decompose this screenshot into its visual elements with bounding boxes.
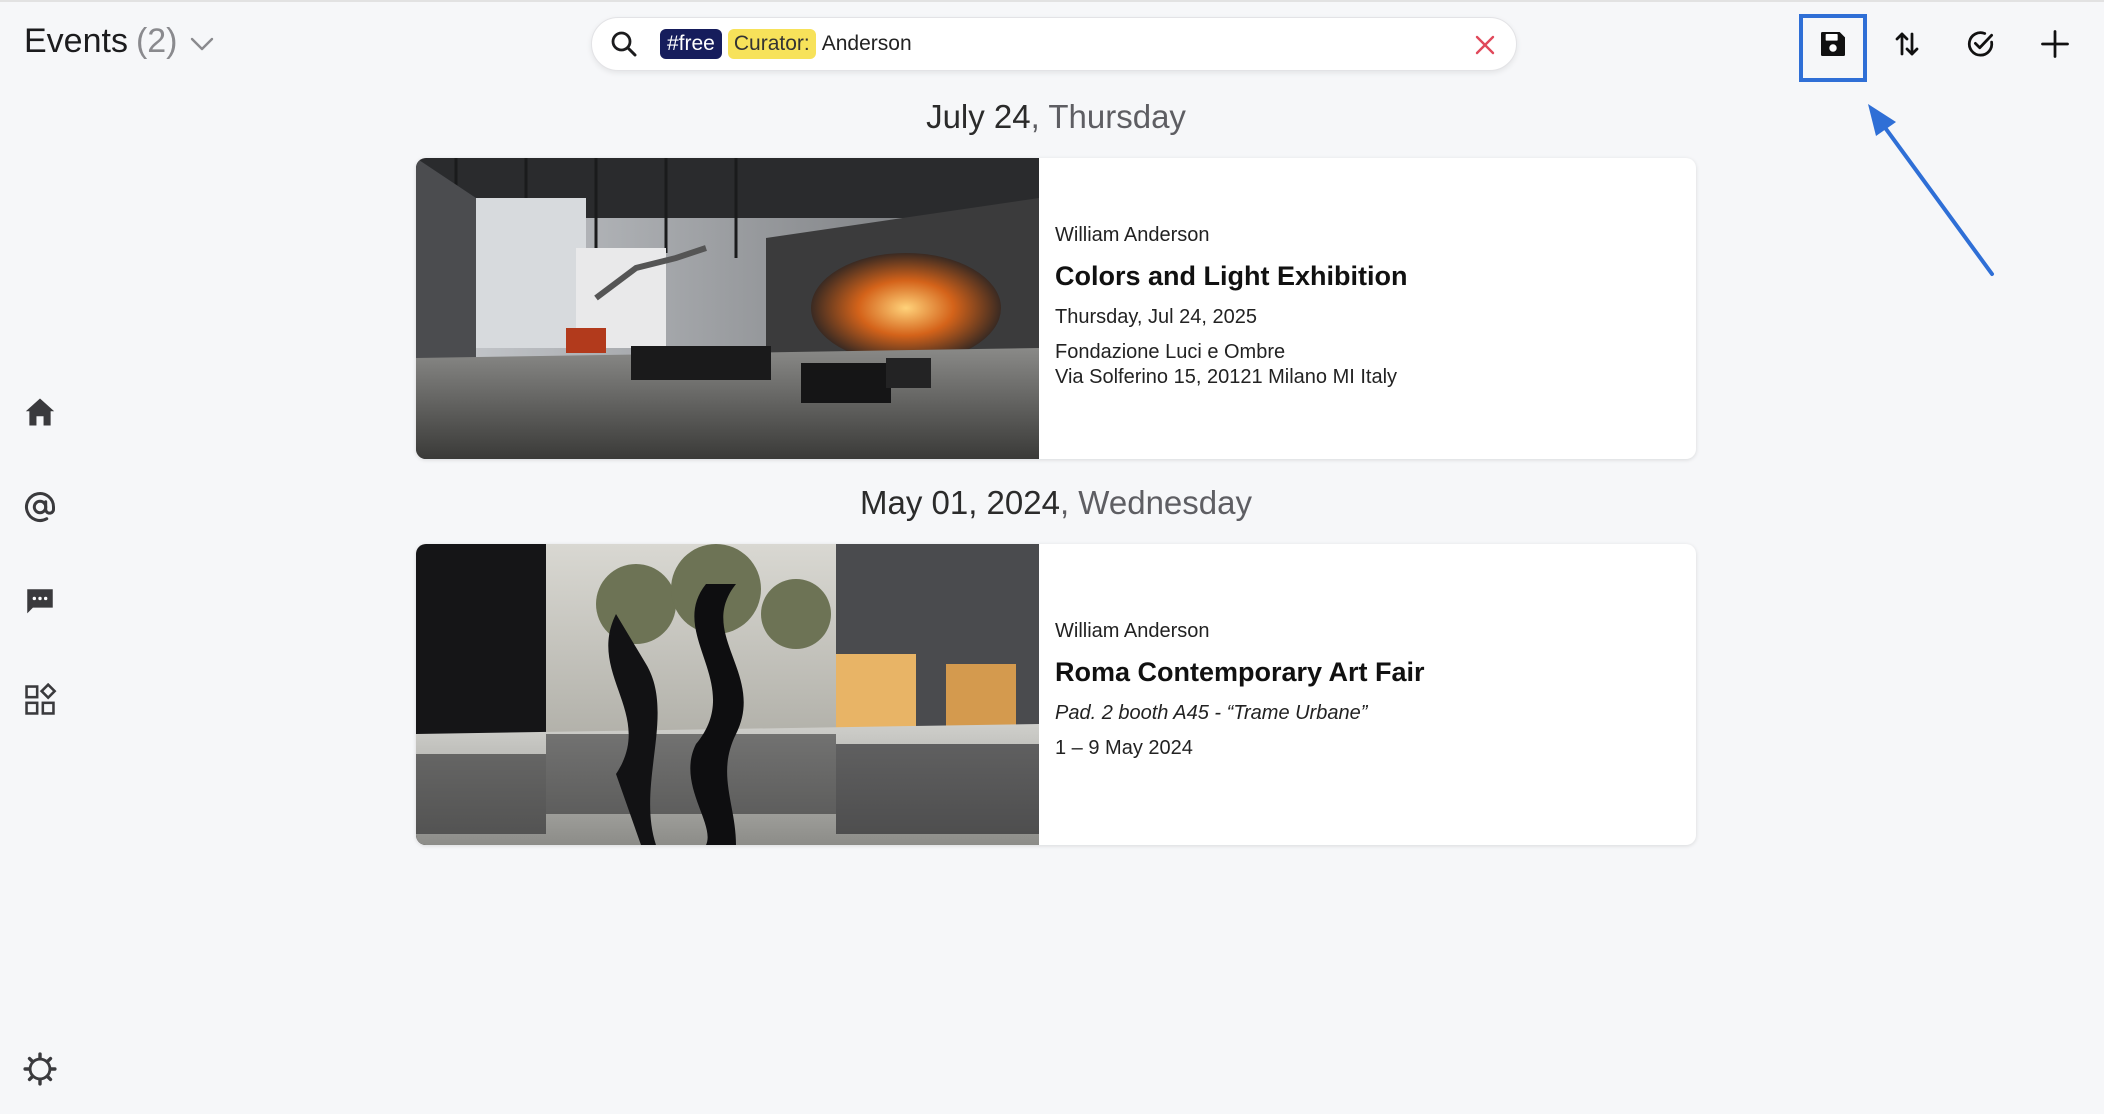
- event-info: William Anderson Roma Contemporary Art F…: [1055, 620, 1676, 760]
- save-button-highlight: [1799, 14, 1867, 82]
- select-check-icon: [1967, 31, 1994, 57]
- event-image: [416, 158, 1039, 459]
- sidebar-item-settings[interactable]: [18, 1047, 62, 1091]
- event-date: 1 – 9 May 2024: [1055, 737, 1193, 759]
- page-title: Events: [24, 22, 128, 60]
- event-card[interactable]: William Anderson Roma Contemporary Art F…: [416, 544, 1696, 845]
- event-curator: William Anderson: [1055, 224, 1210, 246]
- date-heading-date: July 24: [926, 98, 1031, 135]
- sort-icon: [1895, 32, 1919, 56]
- events-count: (2): [135, 22, 178, 60]
- date-heading: July 24, Thursday: [416, 98, 1696, 136]
- sidebar-item-home[interactable]: [18, 390, 62, 434]
- chevron-down-icon: [190, 37, 213, 50]
- home-icon: [25, 398, 55, 426]
- sort-button[interactable]: [1885, 22, 1929, 66]
- event-date: Thursday, Jul 24, 2025: [1055, 306, 1257, 328]
- event-address: Via Solferino 15, 20121 Milano MI Italy: [1055, 366, 1398, 388]
- clear-search-icon[interactable]: [1472, 32, 1498, 58]
- event-title[interactable]: Roma Contemporary Art Fair: [1055, 657, 1676, 688]
- search-input[interactable]: Anderson: [822, 32, 912, 56]
- sidebar-item-messages[interactable]: [18, 580, 62, 624]
- top-border: [0, 0, 2104, 2]
- event-card[interactable]: William Anderson Colors and Light Exhibi…: [416, 158, 1696, 459]
- select-button[interactable]: [1959, 22, 2003, 66]
- event-info: William Anderson Colors and Light Exhibi…: [1055, 224, 1676, 389]
- event-image: [416, 544, 1039, 845]
- mentions-icon: [25, 492, 55, 522]
- search-bar[interactable]: #free Curator: Anderson: [591, 17, 1517, 71]
- search-icon[interactable]: [610, 30, 638, 58]
- messages-icon: [27, 589, 53, 614]
- tag-curator-chip[interactable]: Curator:: [727, 29, 816, 59]
- events-view-switcher[interactable]: Events (2): [24, 22, 214, 61]
- event-venue: Fondazione Luci e Ombre: [1055, 341, 1286, 363]
- tag-free-chip[interactable]: #free: [660, 29, 722, 59]
- apps-icon: [25, 683, 57, 715]
- event-curator: William Anderson: [1055, 620, 1210, 642]
- date-heading-weekday: , Wednesday: [1059, 484, 1252, 521]
- date-heading-date: May 01, 2024: [860, 484, 1060, 521]
- sidebar-item-apps[interactable]: [18, 678, 62, 722]
- event-title[interactable]: Colors and Light Exhibition: [1055, 261, 1676, 292]
- sidebar-item-mentions[interactable]: [18, 485, 62, 529]
- date-heading: May 01, 2024, Wednesday: [416, 484, 1696, 522]
- add-icon: [2041, 30, 2069, 58]
- date-heading-weekday: , Thursday: [1030, 98, 1186, 135]
- event-location: Pad. 2 booth A45 - “Trame Urbane”: [1055, 702, 1368, 724]
- add-button[interactable]: [2033, 22, 2077, 66]
- annotation-arrow-icon: [1868, 104, 1994, 276]
- settings-icon: [23, 1052, 57, 1086]
